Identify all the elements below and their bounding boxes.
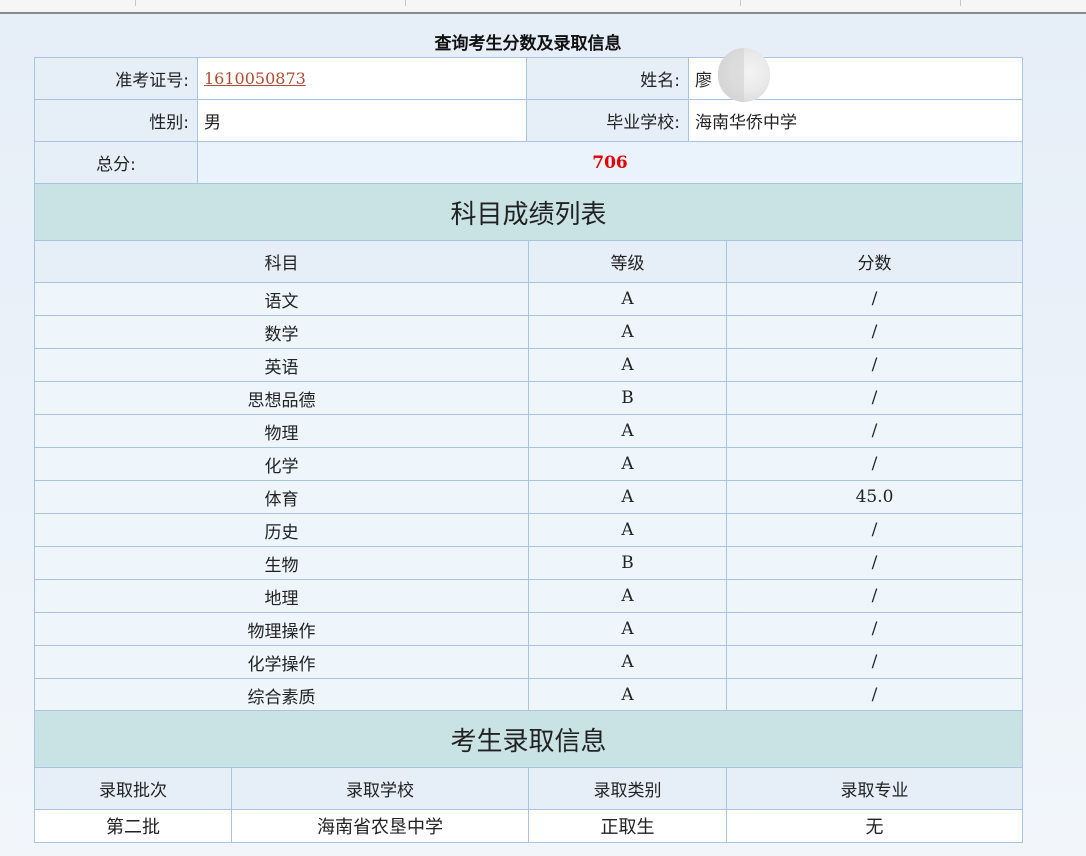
score-cell: /	[725, 447, 1024, 481]
score-table: 科目成绩列表 科目 等级 分数 语文 A / 数学 A / 英语 A / 思想品…	[33, 183, 1024, 712]
score-cell: /	[725, 381, 1024, 415]
exam-number-cell: 1610050873	[197, 57, 527, 100]
grade-cell: A	[528, 315, 727, 349]
grade-cell: A	[528, 480, 727, 514]
table-row: 地理 A /	[34, 579, 1024, 613]
subject-cell: 语文	[34, 282, 529, 316]
table-row: 思想品德 B /	[34, 381, 1024, 415]
table-row: 历史 A /	[34, 513, 1024, 547]
score-cell: /	[725, 348, 1024, 382]
score-cell: /	[725, 645, 1024, 679]
subject-cell: 历史	[34, 513, 529, 547]
grade-cell: A	[528, 678, 727, 712]
major-header: 录取专业	[725, 767, 1024, 810]
admit-school-header: 录取学校	[231, 767, 529, 810]
subject-cell: 数学	[34, 315, 529, 349]
privacy-blur	[718, 48, 770, 102]
subject-cell: 体育	[34, 480, 529, 514]
grade-cell: A	[528, 579, 727, 613]
score-cell: /	[725, 612, 1024, 646]
score-cell: /	[725, 513, 1024, 547]
grade-cell: B	[528, 381, 727, 415]
table-row: 体育 A 45.0	[34, 480, 1024, 514]
score-header: 分数	[725, 240, 1024, 283]
exam-number-link[interactable]: 1610050873	[204, 69, 306, 88]
table-row: 生物 B /	[34, 546, 1024, 580]
student-info-table: 准考证号: 1610050873 姓名: 廖 性别: 男 毕业学校: 海南华侨中…	[34, 57, 1023, 184]
gender-label: 性别:	[34, 99, 198, 142]
subject-cell: 地理	[34, 579, 529, 613]
category-value: 正取生	[528, 809, 727, 843]
browser-top-bar	[0, 0, 1086, 14]
subject-cell: 化学	[34, 447, 529, 481]
subject-cell: 化学操作	[34, 645, 529, 679]
school-label: 毕业学校:	[526, 99, 689, 142]
subject-cell: 英语	[34, 348, 529, 382]
table-row: 数学 A /	[34, 315, 1024, 349]
score-cell: 45.0	[725, 480, 1024, 514]
grade-cell: A	[528, 447, 727, 481]
total-score-label: 总分:	[34, 141, 198, 184]
batch-value: 第二批	[34, 809, 232, 843]
grade-cell: B	[528, 546, 727, 580]
gender-value: 男	[197, 99, 527, 142]
grade-cell: A	[528, 612, 727, 646]
table-row: 综合素质 A /	[34, 678, 1024, 712]
score-cell: /	[725, 414, 1024, 448]
name-label: 姓名:	[526, 57, 689, 100]
exam-number-label: 准考证号:	[34, 57, 198, 100]
grade-cell: A	[528, 282, 727, 316]
admission-table: 考生录取信息 录取批次 录取学校 录取类别 录取专业 第二批 海南省农垦中学 正…	[33, 710, 1024, 843]
admit-school-value: 海南省农垦中学	[231, 809, 529, 843]
grade-header: 等级	[528, 240, 727, 283]
total-score-value: 706	[197, 141, 1023, 184]
score-cell: /	[725, 546, 1024, 580]
table-row: 第二批 海南省农垦中学 正取生 无	[34, 809, 1024, 843]
grade-cell: A	[528, 348, 727, 382]
table-row: 语文 A /	[34, 282, 1024, 316]
school-value: 海南华侨中学	[688, 99, 1023, 142]
major-value: 无	[725, 809, 1024, 843]
score-cell: /	[725, 678, 1024, 712]
table-row: 化学操作 A /	[34, 645, 1024, 679]
page-title: 查询考生分数及录取信息	[434, 34, 622, 54]
table-row: 物理 A /	[34, 414, 1024, 448]
grade-cell: A	[528, 645, 727, 679]
subject-cell: 物理	[34, 414, 529, 448]
grade-cell: A	[528, 513, 727, 547]
batch-header: 录取批次	[34, 767, 232, 810]
subject-cell: 思想品德	[34, 381, 529, 415]
score-cell: /	[725, 579, 1024, 613]
subject-cell: 综合素质	[34, 678, 529, 712]
subject-cell: 物理操作	[34, 612, 529, 646]
subject-header: 科目	[34, 240, 529, 283]
score-cell: /	[725, 282, 1024, 316]
table-row: 物理操作 A /	[34, 612, 1024, 646]
table-row: 化学 A /	[34, 447, 1024, 481]
subject-cell: 生物	[34, 546, 529, 580]
admission-section-title: 考生录取信息	[33, 710, 1024, 768]
score-section-title: 科目成绩列表	[33, 183, 1024, 241]
grade-cell: A	[528, 414, 727, 448]
score-cell: /	[725, 315, 1024, 349]
table-row: 英语 A /	[34, 348, 1024, 382]
category-header: 录取类别	[528, 767, 727, 810]
